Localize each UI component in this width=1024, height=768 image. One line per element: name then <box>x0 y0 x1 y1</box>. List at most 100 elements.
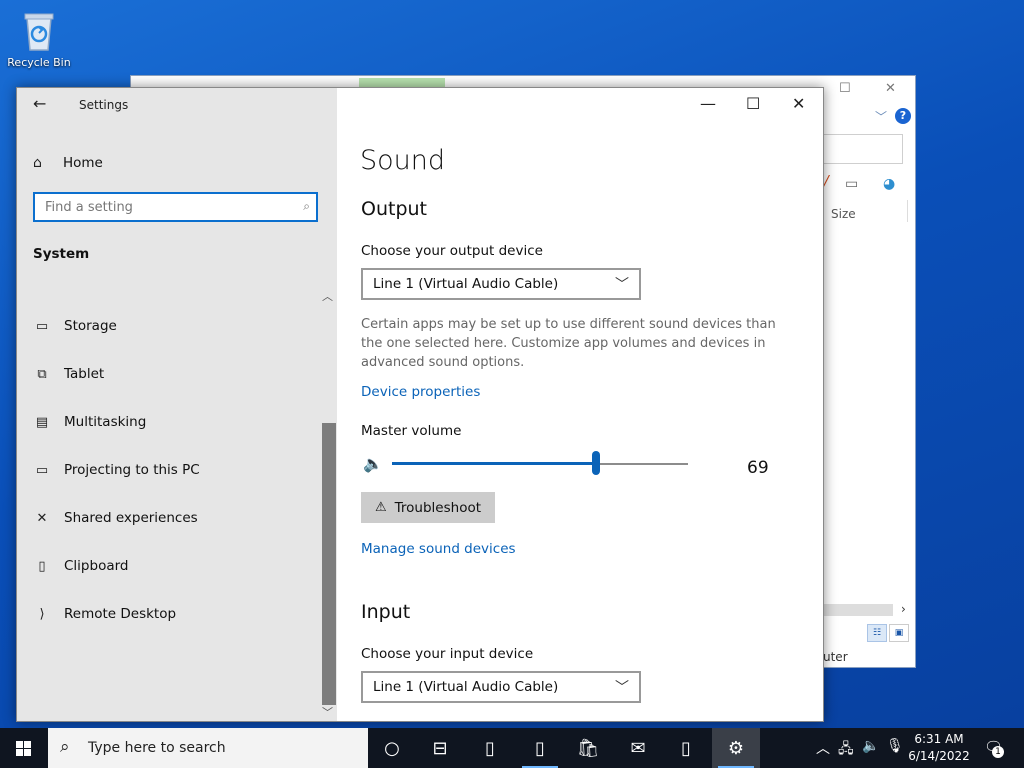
output-device-label: Choose your output device <box>361 243 543 259</box>
maximize-icon[interactable]: ☐ <box>746 94 760 113</box>
taskbar-app-settings[interactable]: ⚙ <box>712 728 760 768</box>
storage-icon: ▭ <box>35 318 49 334</box>
taskbar-app-store[interactable]: 🛍 <box>564 728 612 768</box>
minimize-icon[interactable]: — <box>700 94 716 113</box>
input-heading: Input <box>361 601 411 623</box>
sidebar-item-shared-experiences[interactable]: ✕ Shared experiences <box>33 507 198 529</box>
close-icon[interactable]: ✕ <box>792 94 805 113</box>
output-heading: Output <box>361 198 427 220</box>
shell-icon[interactable]: ◕ <box>883 176 895 192</box>
chevron-down-icon[interactable]: ﹀ <box>875 108 887 125</box>
store-icon: 🛍 <box>576 737 600 759</box>
recycle-bin-desktop-icon[interactable]: Recycle Bin <box>6 8 72 69</box>
sidebar-scrollbar-thumb[interactable] <box>322 423 336 705</box>
system-clock[interactable]: 6:31 AM 6/14/2022 <box>904 731 974 765</box>
device-properties-link[interactable]: Device properties <box>361 384 480 400</box>
properties-icon[interactable]: ▭ <box>845 176 858 192</box>
sidebar-item-label: Shared experiences <box>64 510 198 526</box>
document-icon: ▯ <box>681 737 691 759</box>
sidebar-item-clipboard[interactable]: ▯ Clipboard <box>33 555 128 577</box>
app-title: Settings <box>79 98 129 112</box>
search-icon: ⌕ <box>60 737 70 757</box>
home-nav-item[interactable]: ⌂ Home <box>33 152 103 174</box>
horizontal-scrollbar[interactable] <box>823 604 893 616</box>
cortana-button[interactable]: ○ <box>368 728 416 768</box>
speaker-icon[interactable]: 🔈 <box>363 454 383 473</box>
start-button[interactable] <box>0 728 48 768</box>
microphone-icon[interactable]: 🎙 <box>886 738 904 754</box>
task-view-button[interactable]: ⊟ <box>416 728 464 768</box>
page-title: Sound <box>360 145 446 176</box>
taskbar-app-mail[interactable]: ✉ <box>614 728 662 768</box>
clock-date: 6/14/2022 <box>908 749 970 763</box>
column-divider <box>907 200 908 222</box>
sidebar-item-storage[interactable]: ▭ Storage <box>33 315 117 337</box>
scroll-right-icon[interactable]: › <box>901 602 906 616</box>
section-heading: System <box>33 246 90 262</box>
address-bar[interactable] <box>823 134 903 164</box>
taskbar-app-document-1[interactable]: ▯ <box>466 728 514 768</box>
details-view-icon[interactable]: ☷ <box>867 624 887 642</box>
recycle-bin-icon <box>19 8 59 52</box>
output-note: Certain apps may be set up to use differ… <box>361 317 776 370</box>
sidebar-item-label: Projecting to this PC <box>64 462 200 478</box>
settings-window[interactable]: ← Settings ⌂ Home ⌕ System ︿ ▭ Storage ⧉… <box>16 87 824 722</box>
settings-search[interactable]: ⌕ <box>33 192 318 222</box>
sound-settings-page: — ☐ ✕ Sound Output Choose your output de… <box>337 88 823 721</box>
input-device-label: Choose your input device <box>361 646 534 662</box>
clock-time: 6:31 AM <box>914 732 964 746</box>
help-icon[interactable]: ? <box>895 108 911 124</box>
document-icon: ▯ <box>485 737 495 759</box>
show-hidden-icons-icon[interactable]: ︿ <box>816 738 830 758</box>
projecting-icon: ▭ <box>35 462 49 478</box>
size-column-header[interactable]: Size <box>831 207 856 221</box>
taskbar-app-document-3[interactable]: ▯ <box>662 728 710 768</box>
troubleshoot-label: Troubleshoot <box>394 499 481 516</box>
action-center-button[interactable]: 🗨 1 <box>984 738 1004 758</box>
warning-icon: ⚠ <box>374 500 387 515</box>
search-input[interactable] <box>35 194 285 220</box>
gear-icon: ⚙ <box>727 737 745 759</box>
clipboard-icon: ▯ <box>38 558 46 574</box>
volume-icon[interactable]: 🔈 <box>862 738 879 754</box>
tablet-icon: ⧉ <box>37 366 47 382</box>
sidebar-item-label: Multitasking <box>64 414 147 430</box>
recycle-bin-label: Recycle Bin <box>7 56 71 69</box>
chevron-down-icon: ﹀ <box>615 680 629 696</box>
shared-experiences-icon: ✕ <box>36 510 48 526</box>
status-bar-text: uter <box>823 650 848 664</box>
scroll-down-icon[interactable]: ﹀ <box>322 704 333 720</box>
sidebar-item-remote-desktop[interactable]: ⟩ Remote Desktop <box>33 603 176 625</box>
input-device-value: Line 1 (Virtual Audio Cable) <box>373 679 559 695</box>
home-label: Home <box>63 155 103 171</box>
notification-count: 1 <box>992 746 1004 758</box>
manage-sound-devices-link[interactable]: Manage sound devices <box>361 541 516 557</box>
output-device-dropdown[interactable]: Line 1 (Virtual Audio Cable) ﹀ <box>361 268 641 300</box>
volume-slider-thumb[interactable] <box>592 451 601 475</box>
troubleshoot-button[interactable]: ⚠ Troubleshoot <box>361 492 495 523</box>
sidebar-item-label: Storage <box>64 318 117 334</box>
multitasking-icon: ▤ <box>35 414 49 430</box>
sidebar-item-multitasking[interactable]: ▤ Multitasking <box>33 411 146 433</box>
master-volume-label: Master volume <box>361 423 462 439</box>
document-icon: ▯ <box>535 737 545 759</box>
taskbar-search-box[interactable]: ⌕ Type here to search <box>48 728 368 768</box>
back-arrow-icon[interactable]: ← <box>33 94 46 113</box>
settings-sidebar: ← Settings ⌂ Home ⌕ System ︿ ▭ Storage ⧉… <box>17 88 337 721</box>
sidebar-item-projecting[interactable]: ▭ Projecting to this PC <box>33 459 200 481</box>
sidebar-item-tablet[interactable]: ⧉ Tablet <box>33 363 104 385</box>
maximize-icon[interactable]: ☐ <box>839 81 851 96</box>
settings-titlebar: ← Settings <box>17 88 337 122</box>
close-icon[interactable]: ✕ <box>885 81 896 96</box>
search-icon[interactable]: ⌕ <box>303 199 310 214</box>
home-icon: ⌂ <box>33 155 42 171</box>
output-device-value: Line 1 (Virtual Audio Cable) <box>373 276 559 292</box>
cortana-icon: ○ <box>384 737 400 759</box>
taskbar-search-placeholder: Type here to search <box>88 740 226 756</box>
network-icon[interactable]: 🖧 <box>838 738 854 762</box>
input-device-dropdown[interactable]: Line 1 (Virtual Audio Cable) ﹀ <box>361 671 641 703</box>
remote-desktop-icon: ⟩ <box>39 606 45 622</box>
taskbar-app-document-2[interactable]: ▯ <box>516 728 564 768</box>
task-view-icon: ⊟ <box>432 737 448 759</box>
large-icons-view-icon[interactable]: ▣ <box>889 624 909 642</box>
